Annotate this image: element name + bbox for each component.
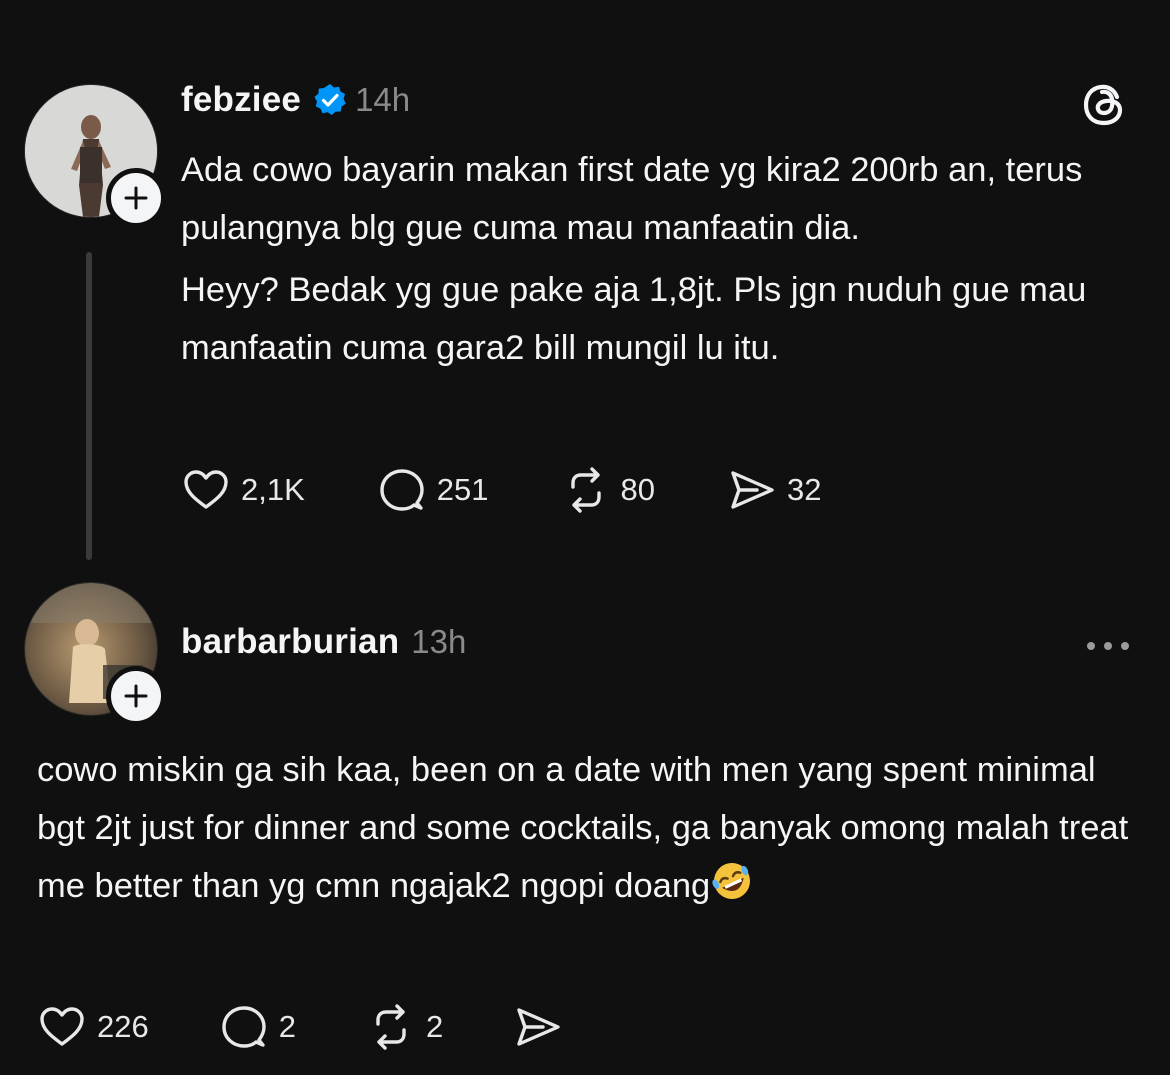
share-count: 32 (787, 472, 822, 507)
heart-icon (40, 1007, 84, 1046)
post-header: febziee 14h (181, 78, 410, 122)
repost-count: 80 (620, 472, 655, 507)
post-timestamp: 14h (355, 81, 411, 118)
reply-like-count: 226 (97, 1009, 149, 1044)
post-actions: 2,1K 251 80 32 (181, 465, 821, 515)
reply-repost-count: 2 (425, 1009, 444, 1044)
post-username[interactable]: febziee (181, 80, 301, 120)
reply-comment-button[interactable]: 2 (219, 1002, 296, 1052)
comment-icon (222, 1006, 266, 1048)
reply-count: 251 (436, 472, 489, 507)
share-icon (517, 1008, 560, 1046)
share-icon (731, 471, 774, 509)
post-body: Ada cowo bayarin makan first date yg kir… (181, 141, 1101, 377)
verified-badge-icon (314, 84, 346, 115)
comment-button[interactable]: 251 (377, 465, 489, 515)
reply-actions: 226 2 2 (37, 1002, 563, 1052)
follow-plus-button-reply[interactable] (106, 666, 166, 726)
repost-button[interactable]: 80 (561, 465, 655, 515)
reply-text: cowo miskin ga sih kaa, been on a date w… (37, 751, 1129, 905)
repost-icon (570, 467, 601, 513)
reply-timestamp: 13h (411, 623, 467, 660)
reply-repost-button[interactable]: 2 (366, 1002, 443, 1052)
heart-icon (184, 470, 228, 509)
plus-icon (124, 186, 148, 210)
like-count: 2,1K (241, 472, 305, 507)
repost-icon (376, 1004, 406, 1050)
follow-plus-button[interactable] (106, 168, 166, 228)
reply-header: barbarburian 13h (181, 620, 466, 664)
share-button[interactable]: 32 (727, 465, 821, 515)
post-paragraph-2: Heyy? Bedak yg gue pake aja 1,8jt. Pls j… (181, 271, 1087, 367)
more-icon[interactable] (1083, 628, 1133, 664)
plus-icon (124, 684, 148, 708)
comment-icon (380, 469, 424, 511)
reply-username[interactable]: barbarburian (181, 622, 399, 662)
threads-logo-icon[interactable] (1080, 80, 1130, 130)
like-button[interactable]: 2,1K (181, 465, 305, 515)
reply-reply-count: 2 (278, 1009, 296, 1044)
reply-share-button[interactable] (513, 1002, 563, 1052)
rolling-on-floor-laughing-emoji-icon (712, 863, 751, 899)
thread-connector-line (86, 252, 92, 560)
reply-body: cowo miskin ga sih kaa, been on a date w… (37, 741, 1147, 915)
reply-like-button[interactable]: 226 (37, 1002, 149, 1052)
post-paragraph-1: Ada cowo bayarin makan first date yg kir… (181, 151, 1083, 247)
